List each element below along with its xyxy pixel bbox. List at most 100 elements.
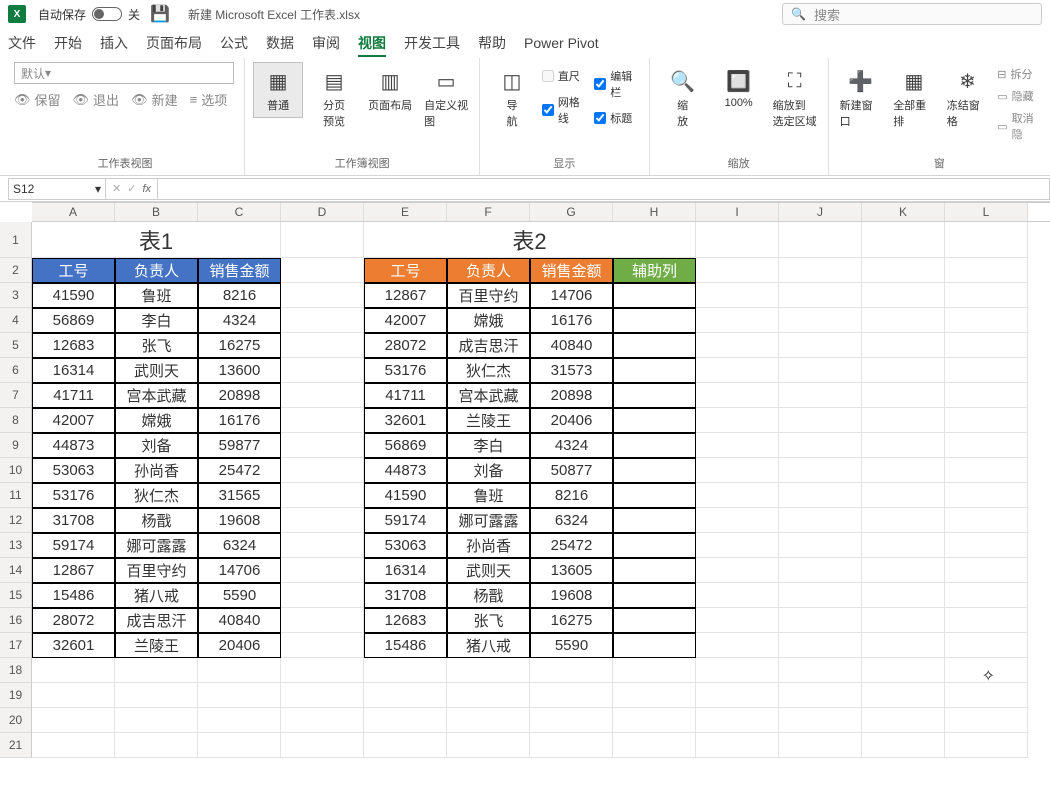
page-layout-button[interactable]: ▥页面布局 [365,62,415,118]
cell[interactable] [696,358,779,383]
cell[interactable] [613,658,696,683]
tab-powerpivot[interactable]: Power Pivot [524,35,599,51]
headings-checkbox[interactable]: 标题 [594,110,640,126]
cell[interactable]: 杨戬 [115,508,198,533]
cell[interactable]: 鲁班 [447,483,530,508]
cell[interactable] [945,683,1028,708]
cell[interactable] [32,708,115,733]
cell[interactable] [696,283,779,308]
cell[interactable] [281,508,364,533]
cell[interactable] [696,458,779,483]
cell[interactable]: 25472 [530,533,613,558]
cell[interactable]: 20898 [198,383,281,408]
row-header-10[interactable]: 10 [0,458,32,483]
cell[interactable] [945,583,1028,608]
cell[interactable]: 53176 [364,358,447,383]
cell[interactable] [862,483,945,508]
cell[interactable] [281,608,364,633]
column-header-C[interactable]: C [198,203,281,221]
cell[interactable]: 16314 [364,558,447,583]
cell[interactable] [613,408,696,433]
cell[interactable]: 4324 [198,308,281,333]
cell[interactable] [945,608,1028,633]
cell[interactable] [530,683,613,708]
cell[interactable] [613,633,696,658]
cell[interactable] [779,633,862,658]
cell[interactable]: 56869 [364,433,447,458]
cell[interactable] [613,308,696,333]
gridlines-checkbox[interactable]: 网格线 [542,94,588,126]
autosave-toggle[interactable]: 自动保存 关 [38,6,140,23]
column-header-E[interactable]: E [364,203,447,221]
cell[interactable] [613,358,696,383]
fx-icon[interactable]: fx [142,183,151,195]
column-header-D[interactable]: D [281,203,364,221]
cell[interactable] [862,508,945,533]
table1-header[interactable]: 负责人 [115,258,198,283]
cell[interactable] [696,533,779,558]
cell[interactable] [281,483,364,508]
cell[interactable]: 嫦娥 [115,408,198,433]
cell[interactable] [613,458,696,483]
tab-insert[interactable]: 插入 [100,33,128,53]
cell[interactable]: 刘备 [115,433,198,458]
cell[interactable] [613,683,696,708]
cell[interactable] [281,222,364,258]
cell[interactable]: 41711 [32,383,115,408]
cell[interactable] [32,658,115,683]
cell[interactable] [281,533,364,558]
cell[interactable]: 8216 [530,483,613,508]
cell[interactable] [530,658,613,683]
cell[interactable]: 14706 [198,558,281,583]
cell[interactable]: 宫本武藏 [447,383,530,408]
tab-review[interactable]: 审阅 [312,33,340,53]
tab-help[interactable]: 帮助 [478,33,506,53]
cell[interactable]: 6324 [530,508,613,533]
column-header-I[interactable]: I [696,203,779,221]
cell[interactable] [613,283,696,308]
cell[interactable]: 4324 [530,433,613,458]
cell[interactable]: 44873 [364,458,447,483]
cell[interactable] [115,683,198,708]
cell[interactable] [779,408,862,433]
zoom-100-button[interactable]: 🔲100% [714,62,764,114]
cell[interactable] [779,333,862,358]
cell[interactable]: 20406 [530,408,613,433]
cell[interactable]: 19608 [530,583,613,608]
cell[interactable] [364,733,447,758]
cell[interactable] [32,683,115,708]
cell[interactable] [696,308,779,333]
cell[interactable] [281,433,364,458]
row-header-21[interactable]: 21 [0,733,32,758]
table2-header[interactable]: 负责人 [447,258,530,283]
cell[interactable]: 12867 [32,558,115,583]
cell[interactable] [613,558,696,583]
column-header-A[interactable]: A [32,203,115,221]
cell[interactable] [779,508,862,533]
cell[interactable]: 20898 [530,383,613,408]
cell[interactable] [613,383,696,408]
cell[interactable] [696,583,779,608]
cell[interactable] [862,458,945,483]
column-header-J[interactable]: J [779,203,862,221]
cell[interactable] [862,308,945,333]
row-header-17[interactable]: 17 [0,633,32,658]
row-header-14[interactable]: 14 [0,558,32,583]
cell[interactable] [613,583,696,608]
tab-layout[interactable]: 页面布局 [146,33,202,53]
tab-view[interactable]: 视图 [358,33,386,53]
cell[interactable] [281,683,364,708]
cell[interactable]: 猪八戒 [447,633,530,658]
split-button[interactable]: ⊟ 拆分 [997,66,1042,82]
cell[interactable] [945,283,1028,308]
cell[interactable]: 李白 [115,308,198,333]
cell[interactable]: 32601 [32,633,115,658]
row-header-5[interactable]: 5 [0,333,32,358]
cell[interactable]: 猪八戒 [115,583,198,608]
cell[interactable] [530,708,613,733]
cell[interactable] [945,558,1028,583]
cell[interactable] [198,733,281,758]
autosave-switch-icon[interactable] [92,7,122,21]
cell[interactable] [447,708,530,733]
row-header-13[interactable]: 13 [0,533,32,558]
